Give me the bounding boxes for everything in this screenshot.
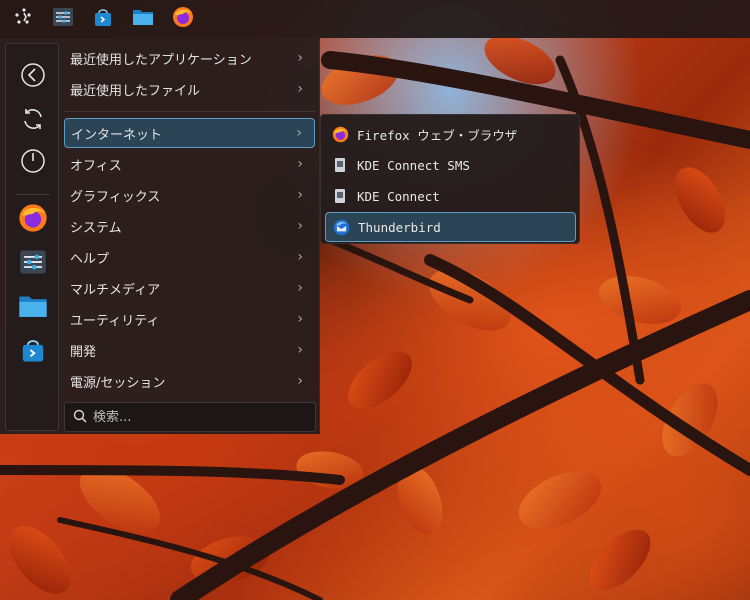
- search-field[interactable]: [64, 402, 316, 432]
- folder-icon: [18, 291, 48, 325]
- thunderbird-icon: [332, 218, 350, 236]
- app-label: KDE Connect: [357, 188, 440, 204]
- power-icon: [20, 148, 46, 178]
- chevron-right-icon: ›: [297, 342, 303, 358]
- category-label: 電源/セッション: [70, 375, 166, 391]
- category-power-session[interactable]: 電源/セッション ›: [64, 366, 315, 396]
- category-help[interactable]: ヘルプ ›: [64, 242, 315, 272]
- chevron-right-icon: ›: [297, 156, 303, 172]
- internet-submenu: Firefox ウェブ・ブラウザ KDE Connect SMS KDE Con…: [320, 114, 580, 244]
- recent-applications-label: 最近使用したアプリケーション: [70, 52, 252, 68]
- app-thunderbird[interactable]: Thunderbird: [325, 212, 576, 242]
- favorite-dolphin-button[interactable]: [13, 288, 53, 328]
- category-utilities[interactable]: ユーティリティ ›: [64, 304, 315, 334]
- application-launcher-button[interactable]: [6, 2, 40, 36]
- refresh-icon: [20, 106, 46, 136]
- kdeconnect-sms-icon: [331, 156, 349, 174]
- category-label: インターネット: [71, 127, 163, 143]
- category-label: マルチメディア: [70, 282, 161, 298]
- category-system[interactable]: システム ›: [64, 211, 315, 241]
- folder-icon: [132, 6, 154, 32]
- app-label: Firefox ウェブ・ブラウザ: [357, 127, 518, 143]
- recent-files-item[interactable]: 最近使用したファイル ›: [64, 74, 315, 104]
- application-launcher-menu: 最近使用したアプリケーション › 最近使用したファイル › インターネット › …: [0, 38, 320, 434]
- category-separator: [64, 111, 315, 112]
- category-label: オフィス: [70, 158, 122, 174]
- app-kdeconnect-sms[interactable]: KDE Connect SMS: [325, 150, 576, 180]
- chevron-right-icon: ›: [296, 125, 302, 141]
- chevron-right-icon: ›: [297, 249, 303, 265]
- app-label: KDE Connect SMS: [357, 157, 470, 173]
- sidebar-separator: [16, 194, 50, 195]
- category-label: 開発: [70, 344, 97, 360]
- settings-sliders-icon: [52, 6, 74, 32]
- launcher-sidebar: [5, 43, 59, 431]
- search-input[interactable]: [93, 409, 293, 425]
- shutdown-button[interactable]: [13, 143, 53, 183]
- dolphin-button[interactable]: [126, 2, 160, 36]
- firefox-icon: [18, 203, 48, 237]
- back-arrow-icon: [20, 62, 46, 92]
- favorite-settings-button[interactable]: [13, 244, 53, 284]
- app-firefox[interactable]: Firefox ウェブ・ブラウザ: [325, 119, 576, 149]
- system-settings-button[interactable]: [46, 2, 80, 36]
- favorite-discover-button[interactable]: [13, 332, 53, 372]
- chevron-right-icon: ›: [297, 50, 303, 66]
- app-label: Thunderbird: [358, 219, 441, 235]
- store-bag-icon: [92, 6, 114, 32]
- chevron-right-icon: ›: [297, 280, 303, 296]
- chevron-right-icon: ›: [297, 81, 303, 97]
- chevron-right-icon: ›: [297, 218, 303, 234]
- app-kdeconnect[interactable]: KDE Connect: [325, 181, 576, 211]
- chevron-right-icon: ›: [297, 187, 303, 203]
- category-internet[interactable]: インターネット ›: [64, 118, 315, 148]
- recent-applications-item[interactable]: 最近使用したアプリケーション ›: [64, 43, 315, 73]
- kdeconnect-icon: [331, 187, 349, 205]
- discover-button[interactable]: [86, 2, 120, 36]
- category-graphics[interactable]: グラフィックス ›: [64, 180, 315, 210]
- settings-sliders-icon: [19, 248, 47, 280]
- category-multimedia[interactable]: マルチメディア ›: [64, 273, 315, 303]
- category-label: ユーティリティ: [70, 313, 160, 329]
- category-office[interactable]: オフィス ›: [64, 149, 315, 179]
- search-icon: [73, 408, 87, 427]
- category-label: システム: [70, 220, 122, 236]
- launcher-icon: [13, 7, 33, 31]
- back-button[interactable]: [13, 57, 53, 97]
- chevron-right-icon: ›: [297, 373, 303, 389]
- store-bag-icon: [19, 336, 47, 368]
- firefox-icon: [172, 6, 194, 32]
- restart-button[interactable]: [13, 101, 53, 141]
- top-panel: [0, 0, 750, 38]
- category-label: グラフィックス: [70, 189, 161, 205]
- recent-files-label: 最近使用したファイル: [70, 83, 201, 99]
- firefox-icon: [331, 125, 349, 143]
- firefox-button[interactable]: [166, 2, 200, 36]
- favorite-firefox-button[interactable]: [13, 200, 53, 240]
- chevron-right-icon: ›: [297, 311, 303, 327]
- category-development[interactable]: 開発 ›: [64, 335, 315, 365]
- category-label: ヘルプ: [70, 251, 110, 267]
